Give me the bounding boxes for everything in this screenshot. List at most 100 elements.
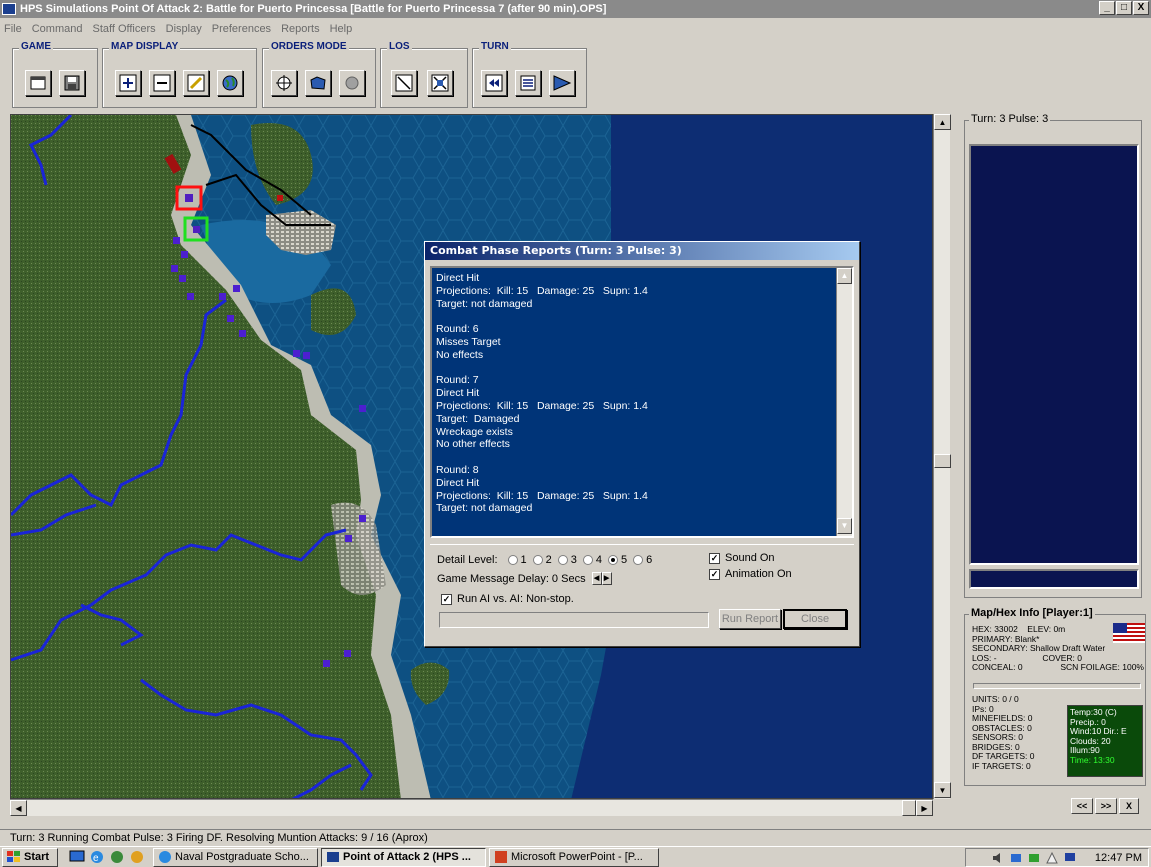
detail-radio-1[interactable]: 1 — [507, 554, 527, 566]
toolbar-group-title: MAP DISPLAY — [109, 41, 181, 52]
los-blocked-button[interactable] — [427, 70, 453, 96]
right-panel: Turn: 3 Pulse: 3 Map/Hex Info [Player:1]… — [958, 106, 1151, 824]
draw-button[interactable] — [183, 70, 209, 96]
detail-radio-6[interactable]: 6 — [633, 554, 652, 566]
detail-radio-3[interactable]: 3 — [557, 554, 577, 566]
detail-level-label: Detail Level: — [437, 554, 498, 566]
save-button[interactable] — [59, 70, 85, 96]
zoom-in-button[interactable] — [115, 70, 141, 96]
combat-report-text: Direct Hit Projections: Kill: 15 Damage: … — [430, 266, 854, 538]
report-line: Direct Hit — [436, 476, 480, 489]
scroll-down-button[interactable]: ▼ — [934, 782, 951, 798]
game-icon — [327, 852, 339, 862]
report-line: Round: 6 — [436, 323, 479, 336]
pencil-icon — [187, 74, 205, 92]
toolbar-group-title: LOS — [387, 41, 412, 52]
sound-checkbox[interactable]: ✓ Sound On — [709, 552, 775, 564]
delay-increase-button[interactable]: ▶ — [601, 572, 612, 585]
rewind-button[interactable] — [481, 70, 507, 96]
menu-help[interactable]: Help — [330, 23, 353, 35]
scroll-thumb[interactable] — [902, 800, 916, 816]
system-tray: 12:47 PM — [965, 848, 1149, 867]
media-icon[interactable] — [109, 849, 125, 865]
report-line: Round: 7 — [436, 374, 479, 387]
map-horizontal-scrollbar[interactable]: ◀ ▶ — [10, 799, 933, 816]
los-button[interactable] — [391, 70, 417, 96]
speaker-icon[interactable] — [991, 851, 1005, 865]
report-scrollbar[interactable]: ▲ ▼ — [836, 268, 852, 536]
quick-launch: e — [69, 849, 145, 865]
status-bar: Turn: 3 Running Combat Pulse: 3 Firing D… — [0, 829, 1151, 846]
menu-file[interactable]: File — [4, 23, 22, 35]
menu-staff-officers[interactable]: Staff Officers — [92, 23, 155, 35]
tray-app-icon[interactable] — [1027, 851, 1041, 865]
animation-checkbox[interactable]: ✓ Animation On — [709, 568, 792, 580]
circle-orders-button[interactable] — [339, 70, 365, 96]
delay-label: Game Message Delay: 0 Secs — [437, 572, 586, 585]
menu-command[interactable]: Command — [32, 23, 83, 35]
detail-radio-4[interactable]: 4 — [582, 554, 602, 566]
toolbar-group-title: GAME — [19, 41, 53, 52]
menu-reports[interactable]: Reports — [281, 23, 320, 35]
menu-display[interactable]: Display — [166, 23, 202, 35]
scroll-right-button[interactable]: ▶ — [916, 800, 933, 816]
report-scroll-up-button[interactable]: ▲ — [837, 268, 852, 284]
tray-app-icon[interactable] — [1045, 851, 1059, 865]
delay-row: Game Message Delay: 0 Secs ◀ ▶ — [437, 572, 612, 585]
run-ai-label: Run AI vs. AI: Non-stop. — [457, 593, 574, 605]
save-disk-icon — [64, 75, 80, 91]
menu-bar: File Command Staff Officers Display Pref… — [0, 18, 1151, 40]
run-report-button[interactable]: Run Report — [719, 609, 781, 629]
turn-pulse-label: Turn: 3 Pulse: 3 — [969, 113, 1051, 125]
report-line: Projections: Kill: 15 Damage: 25 Supn: 1… — [436, 284, 648, 297]
panel-close-button[interactable]: X — [1119, 798, 1139, 814]
time-value: Time: 13:30 — [1070, 754, 1115, 765]
task-point-of-attack[interactable]: Point of Attack 2 (HPS ... — [321, 847, 486, 867]
animation-label: Animation On — [725, 568, 792, 580]
browser-icon — [159, 851, 171, 863]
menu-preferences[interactable]: Preferences — [212, 23, 271, 35]
browser-icon[interactable]: e — [89, 849, 105, 865]
toolbar-group-los: LOS — [380, 41, 468, 108]
report-line: No effects — [436, 348, 484, 361]
next-unit-button[interactable]: >> — [1095, 798, 1117, 814]
hex-value: HEX: 33002 — [972, 624, 1018, 634]
globe-button[interactable] — [217, 70, 243, 96]
zoom-in-icon — [119, 74, 137, 92]
network-icon[interactable] — [1009, 851, 1023, 865]
los-line-icon — [395, 74, 413, 92]
scroll-thumb[interactable] — [934, 454, 951, 468]
new-window-button[interactable] — [25, 70, 51, 96]
map-orders-button[interactable] — [305, 70, 331, 96]
zoom-out-button[interactable] — [149, 70, 175, 96]
start-button[interactable]: Start — [2, 847, 58, 867]
task-naval-postgraduate[interactable]: Naval Postgraduate Scho... — [153, 847, 318, 867]
detail-radio-2[interactable]: 2 — [532, 554, 552, 566]
scroll-left-button[interactable]: ◀ — [10, 800, 27, 816]
toolbar-group-game: GAME — [12, 41, 98, 108]
maximize-button[interactable]: □ — [1116, 1, 1132, 15]
report-line: Projections: Kill: 15 Damage: 25 Supn: 1… — [436, 399, 648, 412]
report-line: Target: not damaged — [436, 297, 533, 310]
music-icon[interactable] — [129, 849, 145, 865]
desktop-icon[interactable] — [69, 849, 85, 865]
minimize-button[interactable]: _ — [1099, 1, 1115, 15]
turn-report-button[interactable] — [515, 70, 541, 96]
detail-radio-5[interactable]: 5 — [608, 554, 627, 566]
report-line — [436, 310, 852, 323]
report-scroll-down-button[interactable]: ▼ — [837, 518, 852, 534]
run-ai-checkbox[interactable]: ✓ Run AI vs. AI: Non-stop. — [441, 593, 574, 605]
us-flag-icon — [1113, 623, 1145, 643]
monitor-icon[interactable] — [1063, 851, 1077, 865]
toolbar-group-turn: TURN — [472, 41, 587, 108]
new-window-icon — [30, 76, 46, 90]
prev-unit-button[interactable]: << — [1071, 798, 1093, 814]
task-powerpoint[interactable]: Microsoft PowerPoint - [P... — [489, 847, 659, 867]
play-turn-button[interactable] — [549, 70, 575, 96]
target-button[interactable] — [271, 70, 297, 96]
close-button[interactable]: X — [1133, 1, 1149, 15]
close-dialog-button[interactable]: Close — [783, 609, 847, 629]
scroll-up-button[interactable]: ▲ — [934, 114, 951, 130]
map-vertical-scrollbar[interactable]: ▲ ▼ — [933, 114, 951, 799]
delay-decrease-button[interactable]: ◀ — [591, 572, 602, 585]
